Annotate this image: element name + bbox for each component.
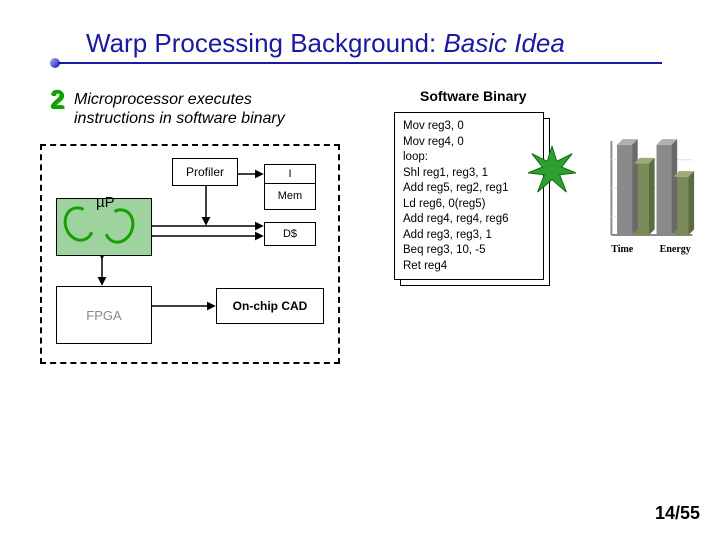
code-line: Ret reg4 [403, 259, 535, 275]
code-line: loop: [403, 150, 535, 166]
title-underline [58, 62, 662, 64]
dcache-box: D$ [264, 222, 316, 246]
software-binary-title: Software Binary [420, 88, 527, 104]
step-text: Microprocessor executes instructions in … [74, 90, 334, 128]
chip-outline: µP Profiler I Mem D$ FPGA On-chip CAD [40, 144, 340, 364]
profiler-box: Profiler [172, 158, 238, 186]
title-emph: Basic Idea [443, 28, 564, 58]
cad-box: On-chip CAD [216, 288, 324, 324]
page-title: Warp Processing Background: Basic Idea [86, 28, 565, 59]
imem-box: I Mem [264, 164, 316, 210]
microprocessor-label: µP [96, 194, 115, 211]
bar-label-time: Time [611, 244, 633, 255]
bar-chart [602, 128, 696, 248]
page-number: 14/55 [655, 503, 700, 524]
code-line: Add reg5, reg2, reg1 [403, 181, 535, 197]
imem-mem-label: Mem [265, 184, 315, 208]
code-line: Shl reg1, reg3, 1 [403, 166, 535, 182]
code-line: Add reg3, reg3, 1 [403, 228, 535, 244]
bar-chart-labels: Time Energy [598, 244, 704, 255]
code-line: Mov reg3, 0 [403, 119, 535, 135]
code-line: Mov reg4, 0 [403, 135, 535, 151]
title-main: Warp Processing Background: [86, 28, 443, 58]
fpga-box: FPGA [56, 286, 152, 344]
code-box: Mov reg3, 0 Mov reg4, 0 loop: Shl reg1, … [394, 112, 544, 280]
bar-label-energy: Energy [660, 244, 691, 255]
code-line: Add reg4, reg4, reg6 [403, 212, 535, 228]
step-number: 2 [50, 84, 64, 115]
code-line: Beq reg3, 10, -5 [403, 243, 535, 259]
imem-i-label: I [265, 165, 315, 184]
code-line: Ld reg6, 0(reg5) [403, 197, 535, 213]
star-burst-icon [528, 146, 576, 194]
